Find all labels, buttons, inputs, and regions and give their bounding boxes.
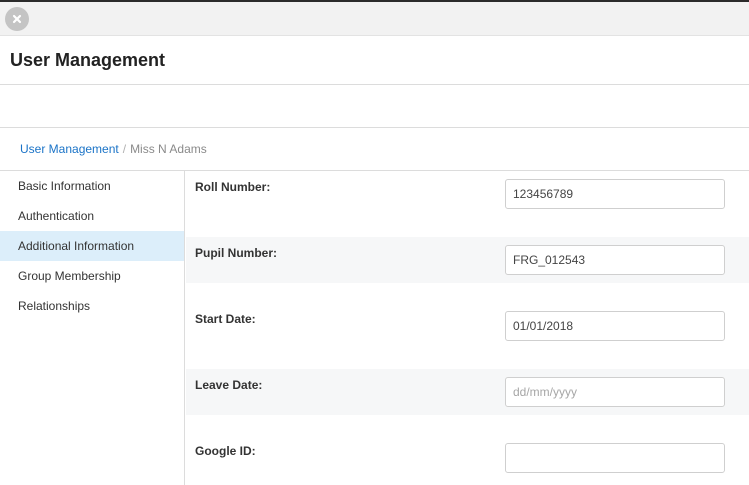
form-row-leave-date: Leave Date: — [186, 369, 749, 415]
close-icon — [12, 14, 22, 24]
sidebar-item-group-membership[interactable]: Group Membership — [0, 261, 184, 291]
start-date-label: Start Date: — [195, 312, 256, 326]
toolbar-area — [0, 85, 749, 128]
sidebar-item-authentication[interactable]: Authentication — [0, 201, 184, 231]
sidebar-item-additional-information[interactable]: Additional Information — [0, 231, 184, 261]
sidebar-item-relationships[interactable]: Relationships — [0, 291, 184, 321]
leave-date-label: Leave Date: — [195, 378, 263, 392]
roll-number-field[interactable] — [505, 179, 725, 209]
form-row-google-id: Google ID: — [186, 435, 749, 481]
form-row-pupil-number: Pupil Number: — [186, 237, 749, 283]
sidebar-item-basic-information[interactable]: Basic Information — [0, 171, 184, 201]
page-title: User Management — [10, 50, 166, 70]
breadcrumb-current: Miss N Adams — [130, 142, 207, 156]
start-date-field[interactable] — [505, 311, 725, 341]
google-id-field[interactable] — [505, 443, 725, 473]
form-row-roll-number: Roll Number: — [186, 171, 749, 217]
breadcrumb-link-user-management[interactable]: User Management — [20, 142, 119, 156]
form-row-start-date: Start Date: — [186, 303, 749, 349]
sidebar: Basic Information Authentication Additio… — [0, 171, 185, 485]
window-top-bar — [0, 0, 749, 36]
breadcrumb: User Management / Miss N Adams — [20, 142, 207, 156]
breadcrumb-separator: / — [122, 142, 127, 156]
google-id-label: Google ID: — [195, 444, 256, 458]
pupil-number-field[interactable] — [505, 245, 725, 275]
close-button[interactable] — [5, 7, 29, 31]
pupil-number-label: Pupil Number: — [195, 246, 278, 260]
roll-number-label: Roll Number: — [195, 180, 271, 194]
leave-date-field[interactable] — [505, 377, 725, 407]
title-bar: User Management — [0, 36, 749, 85]
